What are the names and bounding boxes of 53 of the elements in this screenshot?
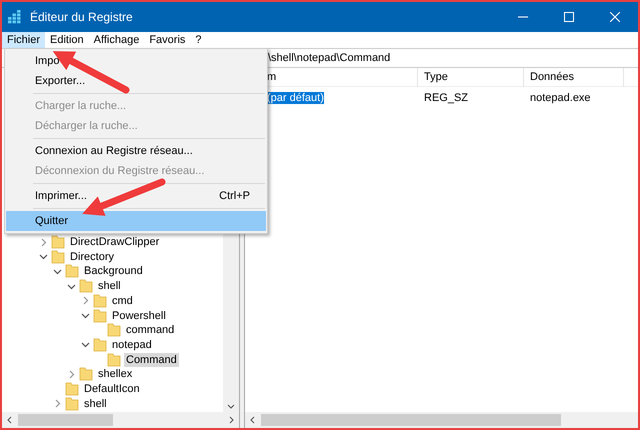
menu-item[interactable]: ?: [190, 32, 207, 48]
folder-icon: [65, 264, 79, 278]
chevron-right-icon[interactable]: [38, 238, 48, 247]
horizontal-scrollbar[interactable]: [2, 412, 239, 428]
chevron-right-icon[interactable]: [52, 399, 62, 408]
menu-item[interactable]: Fichier: [2, 32, 46, 48]
tree-item[interactable]: Background: [82, 264, 145, 278]
tree-item[interactable]: Command: [124, 352, 179, 367]
folder-icon: [79, 279, 93, 294]
maximize-icon: [564, 12, 574, 22]
tree-item[interactable]: shellex: [96, 367, 134, 382]
tree-item[interactable]: command: [124, 323, 176, 338]
tree-item[interactable]: shell: [82, 396, 109, 411]
folder-icon: [93, 338, 107, 352]
scroll-right-icon[interactable]: [229, 416, 235, 424]
horizontal-scrollbar[interactable]: [245, 412, 638, 428]
tree-item[interactable]: cmd: [110, 294, 135, 308]
menu-option[interactable]: Connexion au Registre réseau...: [6, 141, 266, 161]
folder-icon: [65, 382, 79, 396]
tree-item[interactable]: notepad: [110, 338, 154, 352]
table-cell: (par défaut): [267, 92, 324, 104]
scroll-down-icon[interactable]: [227, 404, 235, 410]
menu-option[interactable]: Quitter: [6, 211, 266, 231]
menu-item[interactable]: Affichage: [88, 32, 144, 48]
scroll-left-icon[interactable]: [6, 416, 12, 424]
menu-item[interactable]: Favoris: [144, 32, 190, 48]
table-cell: notepad.exe: [530, 92, 591, 104]
menu-item[interactable]: Edition: [45, 32, 89, 48]
tree-item[interactable]: shell: [96, 279, 123, 294]
folder-icon: [93, 294, 107, 308]
folder-icon: [107, 323, 121, 338]
folder-icon: [93, 308, 107, 323]
tree-item[interactable]: DirectDrawClipper: [68, 235, 162, 250]
menu-option[interactable]: Imprimer... Ctrl+P: [6, 186, 266, 206]
folder-icon: [51, 235, 65, 250]
registry-icon: [8, 10, 22, 24]
chevron-right-icon[interactable]: [66, 370, 76, 379]
folder-icon: [51, 250, 65, 264]
window-title: Éditeur du Registre: [30, 9, 133, 26]
chevron-right-icon[interactable]: [80, 296, 90, 306]
table-cell: REG_SZ: [424, 92, 468, 104]
column-header[interactable]: Données: [524, 68, 624, 86]
column-header[interactable]: Type: [418, 68, 524, 86]
tree-item[interactable]: Directory: [68, 250, 116, 264]
tree-item[interactable]: Powershell: [110, 308, 168, 323]
folder-icon: [79, 367, 93, 382]
folder-icon: [107, 352, 121, 367]
tree-item[interactable]: DefaultIcon: [82, 382, 142, 396]
scroll-left-icon[interactable]: [249, 416, 255, 424]
close-icon: [610, 12, 620, 22]
chevron-down-icon[interactable]: [80, 311, 90, 320]
chevron-down-icon[interactable]: [80, 340, 90, 350]
folder-icon: [65, 396, 79, 411]
